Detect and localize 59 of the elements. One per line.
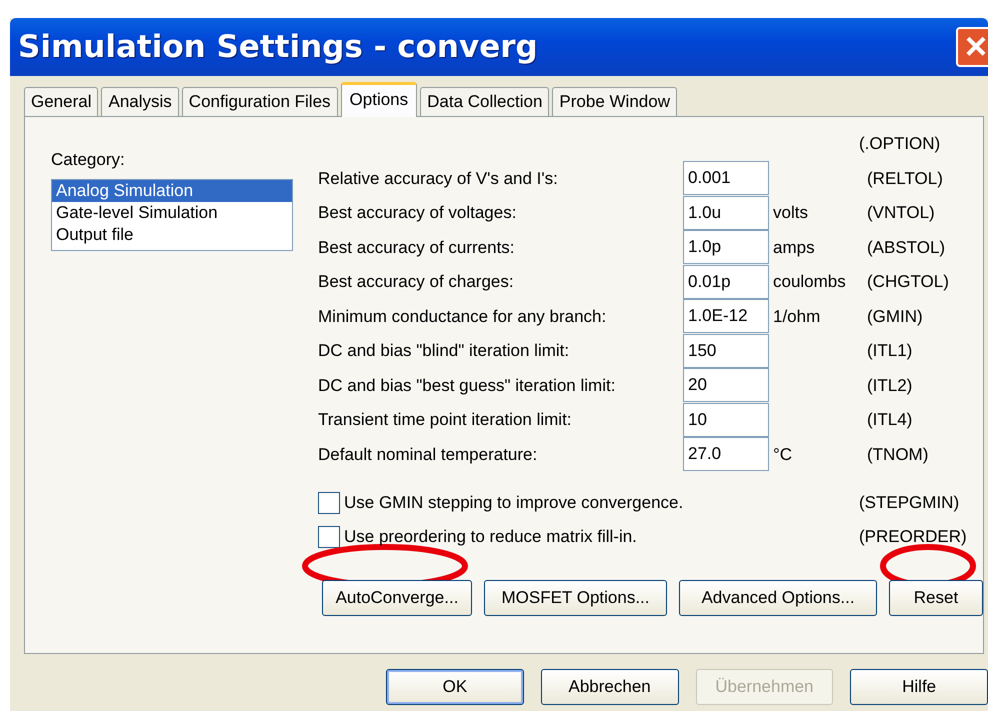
option-code: (TNOM) [867, 444, 928, 466]
option-label: Minimum conductance for any branch: [318, 306, 606, 328]
input-field[interactable]: 1.0u [683, 196, 769, 230]
option-label: Transient time point iteration limit: [318, 409, 572, 431]
tab[interactable]: Options [340, 82, 418, 117]
unit-label: amps [773, 236, 815, 258]
checkbox[interactable] [318, 492, 340, 514]
close-button[interactable]: × [956, 27, 988, 67]
input-field[interactable]: 20 [683, 368, 769, 402]
input-field[interactable]: 150 [683, 334, 769, 368]
option-code: (RELTOL) [867, 168, 943, 190]
option-label: Default nominal temperature: [318, 444, 538, 466]
option-button[interactable]: MOSFET Options... [484, 580, 667, 616]
dialog-button[interactable]: Hilfe [850, 669, 988, 705]
option-label: Best accuracy of charges: [318, 271, 514, 293]
category-label: Category: [51, 150, 125, 169]
option-label: Relative accuracy of V's and I's: [318, 168, 558, 190]
tab[interactable]: Analysis [101, 87, 179, 116]
input-field[interactable]: 0.01p [683, 264, 769, 299]
tab[interactable]: General [24, 87, 98, 116]
option-code: (VNTOL) [867, 202, 935, 224]
option-code: (GMIN) [867, 306, 923, 328]
checkbox[interactable] [318, 526, 340, 548]
tab[interactable]: Configuration Files [182, 87, 338, 116]
unit-label: °C [773, 444, 792, 466]
input-field[interactable]: 27.0 [683, 437, 769, 472]
option-label: DC and bias "blind" iteration limit: [318, 340, 570, 362]
option-button[interactable]: Reset [889, 580, 983, 616]
input-field[interactable]: 0.001 [683, 161, 769, 196]
option-label: DC and bias "best guess" iteration limit: [318, 374, 616, 396]
option-code: (STEPGMIN) [859, 492, 960, 514]
dialog-button[interactable]: Abbrechen [540, 669, 678, 705]
input-field[interactable]: 10 [683, 402, 769, 437]
option-code: (ITL4) [867, 409, 912, 431]
option-code: (ITL2) [867, 374, 912, 396]
option-button[interactable]: Advanced Options... [679, 580, 877, 616]
unit-label: volts [773, 202, 808, 224]
tab[interactable]: Data Collection [420, 87, 550, 116]
input-field[interactable]: 1.0p [683, 230, 769, 264]
option-code: (CHGTOL) [867, 271, 949, 293]
option-code: (PREORDER) [859, 526, 968, 548]
option-label: Best accuracy of voltages: [318, 202, 516, 224]
category-item[interactable]: Analog Simulation [52, 180, 292, 202]
unit-label: coulombs [773, 271, 846, 293]
option-code: (ABSTOL) [867, 236, 946, 258]
checkbox-label: Use preordering to reduce matrix fill-in. [344, 526, 637, 548]
category-item[interactable]: Gate-level Simulation [52, 202, 292, 224]
tab[interactable]: Probe Window [552, 87, 677, 116]
category-list[interactable]: Analog Simulation Gate-level Simulation Output file [51, 178, 293, 250]
dialog-button[interactable]: OK [386, 669, 524, 705]
option-button[interactable]: AutoConverge... [322, 580, 472, 616]
unit-label: 1/ohm [773, 306, 820, 328]
option-code: (ITL1) [867, 340, 912, 362]
category-item[interactable]: Output file [52, 224, 292, 246]
input-field[interactable]: 1.0E-12 [683, 299, 769, 334]
option-header: (.OPTION) [859, 133, 940, 155]
option-label: Best accuracy of currents: [318, 236, 515, 258]
checkbox-label: Use GMIN stepping to improve convergence. [344, 492, 684, 514]
window-title: Simulation Settings - converg [18, 28, 538, 67]
